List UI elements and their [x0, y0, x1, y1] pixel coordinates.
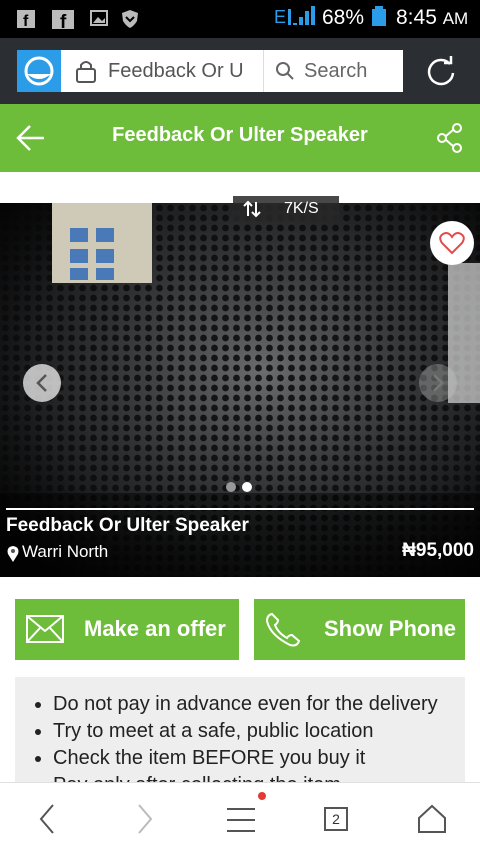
site-logo-icon [24, 56, 54, 86]
menu-notification-dot [258, 792, 266, 800]
clock: 8:45 AM [396, 6, 468, 30]
show-phone-button[interactable]: Show Phone [254, 599, 465, 660]
svg-text:E: E [274, 7, 286, 25]
status-bar: f f E 68% 8:45 AM [0, 0, 480, 38]
caption-divider [6, 508, 474, 510]
heart-icon [439, 232, 465, 255]
location-pin-icon [7, 546, 19, 562]
gallery-dot-active[interactable] [242, 482, 252, 492]
transfer-arrows-icon [243, 200, 261, 218]
lock-icon [76, 61, 96, 83]
facebook-icon: f [17, 10, 35, 29]
safety-tip: Do not pay in advance even for the deliv… [53, 691, 465, 718]
search-icon [276, 62, 294, 80]
envelope-icon [26, 615, 64, 643]
svg-text:f: f [60, 12, 67, 29]
clock-ampm: AM [442, 9, 469, 28]
safety-tip: Try to meet at a safe, public location [53, 718, 465, 745]
address-bar[interactable]: Feedback Or U Search [17, 50, 403, 92]
browser-bottom-nav: 2 [0, 782, 480, 854]
signal-icon: E [274, 6, 315, 25]
menu-icon[interactable] [226, 807, 256, 833]
battery-percent: 68% [322, 6, 365, 29]
favorite-button[interactable] [430, 221, 474, 265]
network-speed-text: 7K/S [284, 200, 319, 217]
app-header: Feedback Or Ulter Speaker [0, 104, 480, 172]
safety-tip: Check the item BEFORE you buy it [53, 745, 465, 772]
chevron-right-icon [433, 374, 444, 392]
gallery-pagination [226, 479, 258, 497]
nav-forward-icon[interactable] [136, 803, 154, 835]
chevron-left-icon [36, 374, 47, 392]
home-icon[interactable] [417, 804, 447, 834]
svg-text:f: f [23, 13, 29, 29]
url-divider [263, 50, 264, 92]
safety-tips-list: Do not pay in advance even for the deliv… [15, 677, 465, 787]
tabs-button[interactable]: 2 [324, 807, 348, 831]
listing-title: Feedback Or Ulter Speaker [6, 515, 249, 536]
search-button-label[interactable]: Search [304, 60, 367, 83]
image-icon [90, 10, 108, 26]
listing-price: ₦95,000 [402, 540, 474, 561]
network-speed-indicator: 7K/S [233, 196, 339, 222]
listing-location: Warri North [22, 542, 109, 561]
gallery-next-button[interactable] [419, 364, 457, 402]
browser-toolbar: Feedback Or U Search [0, 38, 480, 104]
shield-icon [122, 10, 138, 28]
make-offer-label: Make an offer [84, 616, 226, 641]
safety-tips-box: Do not pay in advance even for the deliv… [15, 677, 465, 787]
show-phone-label: Show Phone [324, 616, 456, 641]
page-title: Feedback Or Ulter Speaker [112, 124, 368, 146]
battery-icon [372, 6, 386, 26]
phone-icon [265, 612, 301, 647]
gallery-prev-button[interactable] [23, 364, 61, 402]
refresh-icon[interactable] [424, 54, 458, 88]
share-icon[interactable] [436, 122, 464, 154]
facebook-icon: f [52, 10, 74, 29]
url-text[interactable]: Feedback Or U [108, 60, 258, 83]
gallery-dot[interactable] [226, 482, 236, 492]
make-offer-button[interactable]: Make an offer [15, 599, 239, 660]
nav-back-icon[interactable] [38, 803, 56, 835]
clock-time: 8:45 [396, 6, 437, 29]
site-logo[interactable] [17, 50, 61, 92]
